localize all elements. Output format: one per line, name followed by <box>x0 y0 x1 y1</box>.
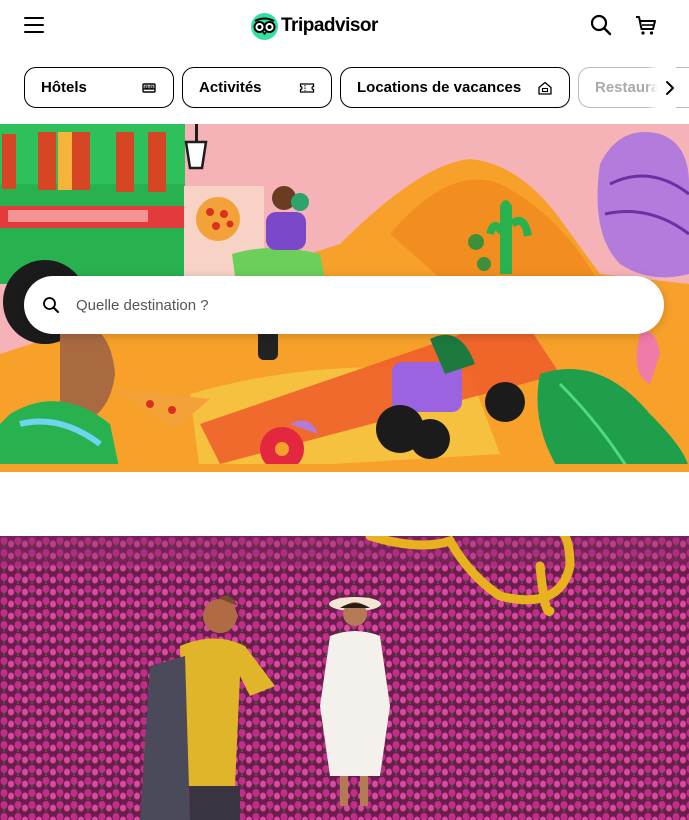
owl-logo-icon <box>251 12 278 40</box>
top-header: Tripadvisor <box>0 0 689 52</box>
chips-scroll-right-button[interactable] <box>646 67 676 109</box>
search-icon[interactable] <box>589 13 613 37</box>
shopping-cart-icon[interactable] <box>634 13 658 37</box>
promo-banner-photo[interactable] <box>0 536 689 820</box>
tripadvisor-logo[interactable]: Tripadvisor <box>251 11 378 41</box>
chip-label: Hôtels <box>41 79 87 96</box>
logo-text: Tripadvisor <box>281 15 378 36</box>
destination-search-bar[interactable] <box>24 276 664 334</box>
category-chips: Hôtels Activités Locations de vacances R… <box>24 67 689 109</box>
search-icon <box>43 297 59 313</box>
chip-label: Locations de vacances <box>357 79 522 96</box>
hamburger-menu-icon[interactable] <box>24 17 44 33</box>
chip-label: Activités <box>199 79 262 96</box>
house-icon <box>537 80 553 96</box>
tulip-field-image <box>0 536 689 820</box>
chevron-right-icon <box>666 81 674 95</box>
ticket-icon <box>299 80 315 96</box>
destination-search-input[interactable] <box>76 296 636 314</box>
chip-activities[interactable]: Activités <box>182 67 332 108</box>
chip-hotels[interactable]: Hôtels <box>24 67 174 108</box>
bed-icon <box>141 80 157 96</box>
chip-vacation-rentals[interactable]: Locations de vacances <box>340 67 570 108</box>
